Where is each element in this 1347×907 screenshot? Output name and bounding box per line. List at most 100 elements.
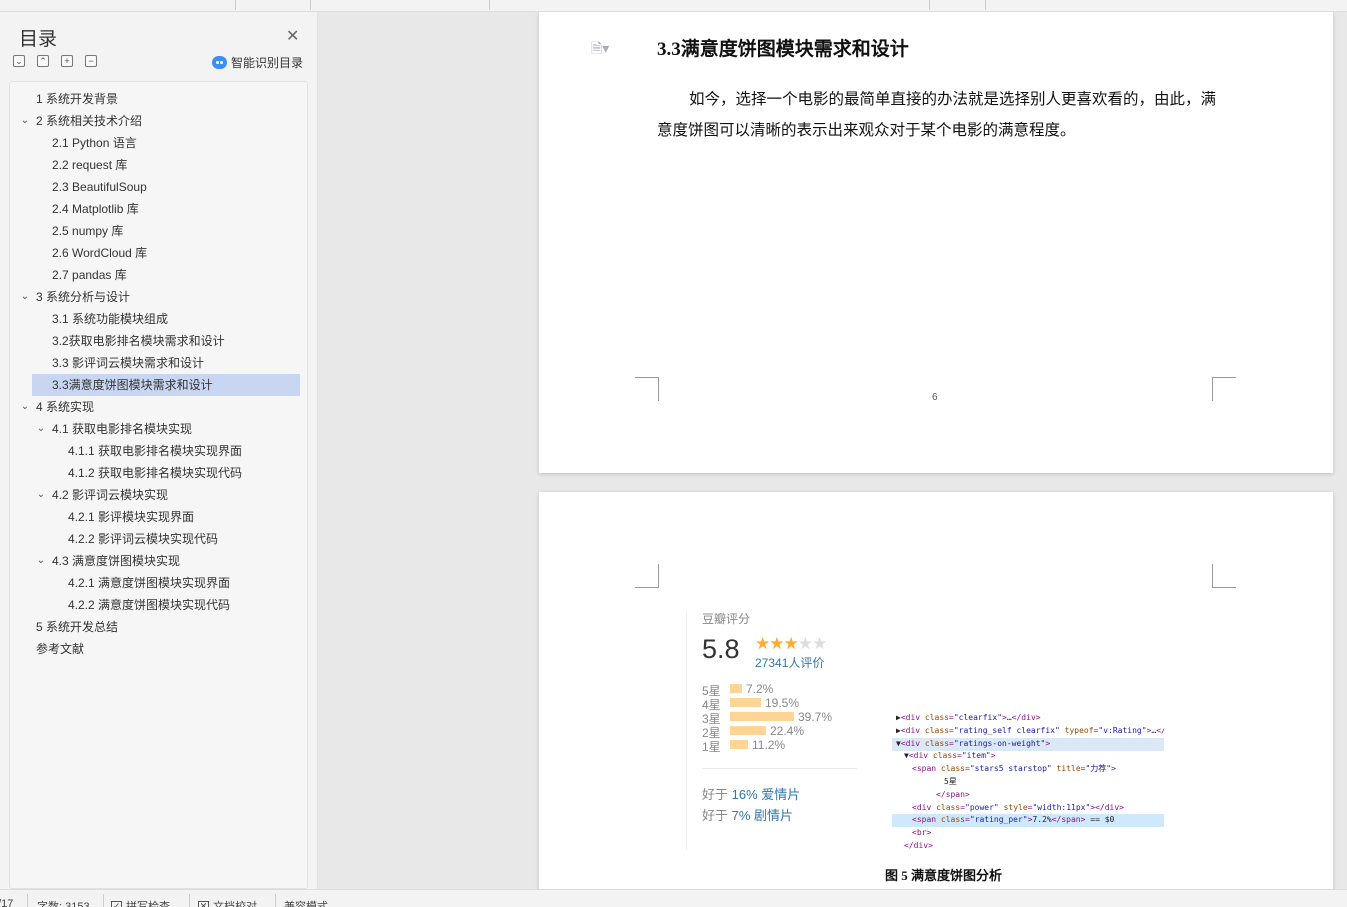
toc-item[interactable]: 2.4 Matplotlib 库 bbox=[10, 198, 307, 220]
page: 🗎▾ 3.3满意度饼图模块需求和设计 如今，选择一个电影的最简单直接的办法就是选… bbox=[539, 12, 1333, 473]
divider bbox=[189, 894, 190, 907]
toc-item[interactable]: 2.7 pandas 库 bbox=[10, 264, 307, 286]
spell-check-toggle[interactable]: ✓ 拼写检查 bbox=[111, 898, 170, 907]
rating-bar bbox=[730, 712, 794, 721]
toc-item[interactable]: 2.2 request 库 bbox=[10, 154, 307, 176]
remove-heading-icon[interactable]: − bbox=[85, 55, 97, 67]
toc-item[interactable]: 4.2.1 影评模块实现界面 bbox=[10, 506, 307, 528]
toc-item[interactable]: 3.3满意度饼图模块需求和设计 bbox=[32, 374, 300, 396]
document-canvas: 🗎▾ 3.3满意度饼图模块需求和设计 如今，选择一个电影的最简单直接的办法就是选… bbox=[318, 12, 1347, 889]
toc-item-label: 参考文献 bbox=[36, 642, 85, 656]
proofread-toggle[interactable]: ✕ 文档校对 bbox=[198, 898, 257, 907]
rating-bar bbox=[730, 726, 766, 735]
rating-score: 5.8 bbox=[702, 634, 740, 664]
star-filled-icon: ★ bbox=[783, 634, 799, 653]
rating-bar bbox=[730, 740, 748, 749]
strip-divider bbox=[310, 0, 311, 10]
rating-count: 27341人评价 bbox=[755, 656, 825, 670]
genre-link[interactable]: 16% 爱情片 bbox=[732, 787, 801, 802]
rating-bar-label: 1星 bbox=[702, 740, 721, 754]
toc-item[interactable]: 4.1.2 获取电影排名模块实现代码 bbox=[10, 462, 307, 484]
toc-item[interactable]: ⌄ 4.3 满意度饼图模块实现 bbox=[10, 550, 307, 572]
proofread-label: 文档校对 bbox=[213, 901, 257, 907]
collapse-all-icon[interactable]: ⌄ bbox=[13, 55, 25, 67]
word-count[interactable]: 字数: 3153 bbox=[37, 898, 90, 907]
divider bbox=[27, 894, 28, 907]
toc-item-label: 4.2.2 满意度饼图模块实现代码 bbox=[68, 598, 231, 612]
toc-item-label: 1 系统开发背景 bbox=[36, 92, 119, 106]
smart-toc-button[interactable]: 智能识别目录 bbox=[212, 54, 303, 71]
top-strip bbox=[0, 0, 1347, 12]
toc-item-label: 2.5 numpy 库 bbox=[52, 224, 124, 238]
chevron-down-icon[interactable]: ⌄ bbox=[20, 286, 30, 308]
toc-item[interactable]: 4.2.2 影评词云模块实现代码 bbox=[10, 528, 307, 550]
margin-corner-mark bbox=[1212, 564, 1236, 588]
strip-divider bbox=[489, 0, 490, 10]
toc-item[interactable]: ⌄ 3 系统分析与设计 bbox=[10, 286, 307, 308]
divider bbox=[702, 768, 857, 769]
toc-item[interactable]: 2.5 numpy 库 bbox=[10, 220, 307, 242]
star-rating: ★★★★★ bbox=[755, 634, 827, 654]
toc-item-label: 4 系统实现 bbox=[36, 400, 95, 414]
toc-item-label: 2.1 Python 语言 bbox=[52, 136, 137, 150]
star-empty-icon: ★ bbox=[797, 634, 813, 653]
code-line: <span class="stars5 starstop" title="力荐"… bbox=[912, 764, 1116, 774]
toc-item-label: 2.3 BeautifulSoup bbox=[52, 180, 147, 194]
status-bar: 3/17 字数: 3153 ✓ 拼写检查 ✕ 文档校对 兼容模式 bbox=[0, 889, 1347, 907]
chevron-down-icon[interactable]: ⌄ bbox=[20, 396, 30, 418]
toc-item[interactable]: ⌄ 4 系统实现 bbox=[10, 396, 307, 418]
toc-item[interactable]: 5 系统开发总结 bbox=[10, 616, 307, 638]
expand-up-icon[interactable]: ⌃ bbox=[37, 55, 49, 67]
rating-bar-percent: 22.4% bbox=[770, 724, 805, 738]
compat-mode: 兼容模式 bbox=[284, 901, 328, 907]
toc-item[interactable]: ⌄ 4.1 获取电影排名模块实现 bbox=[10, 418, 307, 440]
code-line: ▶<div class="clearfix">…</div> bbox=[896, 713, 1041, 722]
toc-item[interactable]: 1 系统开发背景 bbox=[10, 88, 307, 110]
rating-bar bbox=[730, 698, 761, 707]
toc-item[interactable]: ⌄ 2 系统相关技术介绍 bbox=[10, 110, 307, 132]
toc-item-label: 3 系统分析与设计 bbox=[36, 290, 131, 304]
smart-toc-label: 智能识别目录 bbox=[231, 56, 304, 70]
toc-item[interactable]: 4.2.2 满意度饼图模块实现代码 bbox=[10, 594, 307, 616]
chevron-down-icon[interactable]: ⌄ bbox=[36, 484, 46, 506]
margin-corner-mark bbox=[1212, 377, 1236, 401]
toc-item-label: 2.7 pandas 库 bbox=[52, 268, 127, 282]
toc-item[interactable]: 3.1 系统功能模块组成 bbox=[10, 308, 307, 330]
code-line: ▼<div class="ratings-on-weight"> bbox=[892, 737, 1164, 751]
genre-link[interactable]: 7% 剧情片 bbox=[732, 808, 793, 823]
toc-item[interactable]: ⌄ 4.2 影评词云模块实现 bbox=[10, 484, 307, 506]
better-than-item: 好于 7% 剧情片 bbox=[702, 805, 793, 824]
section-heading: 3.3满意度饼图模块需求和设计 bbox=[657, 39, 909, 60]
add-heading-icon[interactable]: + bbox=[61, 55, 73, 67]
toc-item[interactable]: 4.2.1 满意度饼图模块实现界面 bbox=[10, 572, 307, 594]
toc-item-label: 4.1 获取电影排名模块实现 bbox=[52, 422, 193, 436]
star-filled-icon: ★ bbox=[755, 634, 770, 653]
toc-item[interactable]: 2.3 BeautifulSoup bbox=[10, 176, 307, 198]
toc-item[interactable]: 2.6 WordCloud 库 bbox=[10, 242, 307, 264]
chevron-down-icon[interactable]: ⌄ bbox=[36, 418, 46, 440]
code-line: <br> bbox=[912, 828, 932, 838]
toc-item-label: 3.3满意度饼图模块需求和设计 bbox=[52, 378, 213, 392]
toc-item[interactable]: 2.1 Python 语言 bbox=[10, 132, 307, 154]
close-icon[interactable]: ✕ bbox=[286, 26, 299, 46]
page-indicator[interactable]: 3/17 bbox=[0, 898, 13, 907]
toc-list: 1 系统开发背景 ⌄ 2 系统相关技术介绍 2.1 Python 语言 2.2 requ… bbox=[9, 81, 308, 889]
margin-corner-mark bbox=[635, 564, 659, 588]
checkbox-icon: ✕ bbox=[198, 900, 209, 907]
toc-item[interactable]: 3.3 影评词云模块需求和设计 bbox=[10, 352, 307, 374]
toc-item[interactable]: 参考文献 bbox=[10, 638, 307, 660]
document-menu-icon[interactable]: 🗎▾ bbox=[591, 38, 609, 62]
margin-corner-mark bbox=[635, 377, 659, 401]
toc-item[interactable]: 4.1.1 获取电影排名模块实现界面 bbox=[10, 440, 307, 462]
chevron-down-icon[interactable]: ⌄ bbox=[36, 550, 46, 572]
toc-item-label: 4.1.1 获取电影排名模块实现界面 bbox=[68, 444, 243, 458]
toc-item-label: 4.2.2 影评词云模块实现代码 bbox=[68, 532, 219, 546]
code-line: <span class="rating_per">7.2%</span> == … bbox=[892, 814, 1164, 828]
strip-divider bbox=[929, 0, 930, 10]
code-line: ▶<div class="rating_self clearfix" typeo… bbox=[896, 725, 1164, 735]
toc-item[interactable]: 3.2获取电影排名模块需求和设计 bbox=[10, 330, 307, 352]
chevron-down-icon[interactable]: ⌄ bbox=[20, 110, 30, 132]
code-line: </div> bbox=[904, 841, 933, 850]
toc-panel: 目录 ✕ ⌄ ⌃ + − 智能识别目录 1 系统开发背景 ⌄ 2 系统相关技术介绍 2… bbox=[0, 12, 318, 889]
robot-icon bbox=[212, 56, 227, 69]
